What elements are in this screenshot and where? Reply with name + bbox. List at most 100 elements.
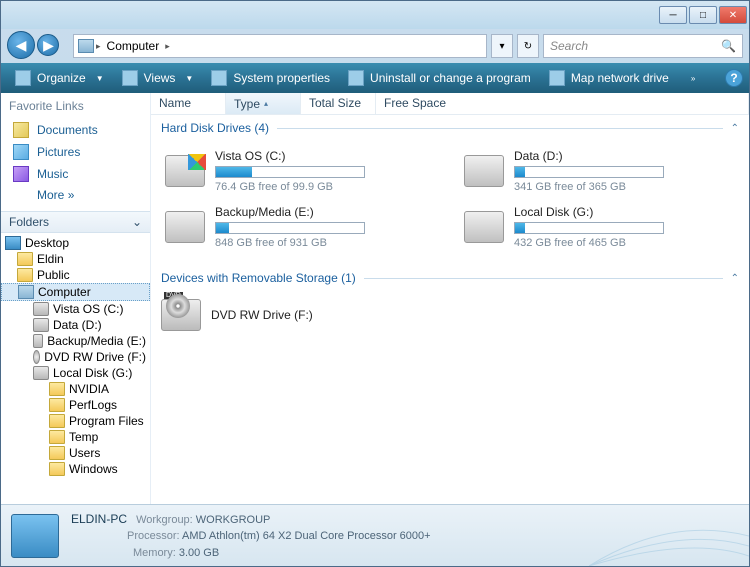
group-removable-title: Devices with Removable Storage (1)	[161, 271, 356, 285]
refresh-button[interactable]: ↻	[517, 34, 539, 58]
column-type[interactable]: Type ▴	[226, 93, 301, 114]
tree-item-program-files[interactable]: Program Files	[1, 413, 150, 429]
system-properties-icon	[211, 70, 227, 86]
group-removable-storage[interactable]: Devices with Removable Storage (1) ⌃	[151, 265, 749, 291]
chevron-right-icon: »	[68, 188, 75, 202]
chevron-right-icon: ▸	[96, 41, 101, 52]
drive-tile[interactable]: Vista OS (C:) 76.4 GB free of 99.9 GB	[161, 145, 440, 197]
details-memory-label: Memory:	[133, 547, 176, 559]
tree-item-data-d-[interactable]: Data (D:)	[1, 317, 150, 333]
tree-item-windows[interactable]: Windows	[1, 461, 150, 477]
drive-icon	[464, 211, 504, 243]
folder-icon	[17, 268, 33, 282]
tree-item-eldin[interactable]: Eldin	[1, 251, 150, 267]
toolbar-overflow-button[interactable]: »	[679, 70, 703, 87]
drive-icon	[165, 155, 205, 187]
search-input[interactable]: Search 🔍	[543, 34, 743, 58]
uninstall-button[interactable]: Uninstall or change a program	[340, 66, 539, 90]
drive-icon	[33, 334, 43, 348]
tree-item-computer[interactable]: Computer	[1, 283, 150, 301]
system-properties-button[interactable]: System properties	[203, 66, 338, 90]
forward-button[interactable]: ▶	[37, 34, 59, 56]
fav-music-icon	[13, 166, 29, 182]
desktop-icon	[5, 236, 21, 250]
navigation-pane: Favorite Links Documents Pictures Music …	[1, 93, 151, 504]
drive-name: Backup/Media (E:)	[215, 205, 436, 219]
chevron-right-icon: ▸	[165, 41, 170, 52]
folder-tree[interactable]: Desktop Eldin Public Computer Vista OS (…	[1, 233, 150, 504]
favorite-link-documents[interactable]: Documents	[9, 119, 142, 141]
fav-pics-icon	[13, 144, 29, 160]
tree-item-backup-media-e-[interactable]: Backup/Media (E:)	[1, 333, 150, 349]
tree-item-label: Data (D:)	[53, 318, 102, 332]
details-workgroup-label: Workgroup:	[136, 514, 193, 526]
favorites-more-button[interactable]: More »	[9, 185, 142, 205]
views-icon	[122, 70, 138, 86]
nav-row: ◀ ▶ ▸ Computer ▸ ▾ ↻ Search 🔍	[1, 29, 749, 63]
folder-icon	[49, 462, 65, 476]
tree-item-perflogs[interactable]: PerfLogs	[1, 397, 150, 413]
collapse-icon[interactable]: ⌃	[731, 123, 739, 134]
search-icon: 🔍	[721, 39, 736, 53]
computer-large-icon	[11, 514, 59, 558]
tree-item-label: NVIDIA	[69, 382, 109, 396]
removable-list: DVD DVD RW Drive (F:)	[151, 291, 749, 339]
maximize-button[interactable]: □	[689, 6, 717, 24]
folders-header[interactable]: Folders ⌄	[1, 211, 150, 233]
organize-button[interactable]: Organize ▼	[7, 66, 112, 90]
nav-arrows: ◀ ▶	[7, 31, 69, 61]
help-button[interactable]: ?	[725, 69, 743, 87]
column-free-space[interactable]: Free Space	[376, 93, 749, 114]
tree-item-label: Program Files	[69, 414, 144, 428]
details-processor-label: Processor:	[127, 530, 180, 542]
drive-free-text: 76.4 GB free of 99.9 GB	[215, 181, 436, 193]
removable-name: DVD RW Drive (F:)	[211, 308, 313, 322]
views-button[interactable]: Views ▼	[114, 66, 202, 90]
drive-icon	[464, 155, 504, 187]
back-button[interactable]: ◀	[7, 31, 35, 59]
dvd-drive-icon: DVD	[161, 299, 201, 331]
tree-item-public[interactable]: Public	[1, 267, 150, 283]
drive-free-text: 432 GB free of 465 GB	[514, 237, 735, 249]
group-hard-disk-drives[interactable]: Hard Disk Drives (4) ⌃	[151, 115, 749, 141]
decorative-swoosh	[589, 506, 749, 566]
tree-item-desktop[interactable]: Desktop	[1, 235, 150, 251]
drive-icon	[33, 302, 49, 316]
drive-name: Local Disk (G:)	[514, 205, 735, 219]
tree-item-label: Windows	[69, 462, 118, 476]
map-drive-button[interactable]: Map network drive	[541, 66, 677, 90]
address-dropdown-button[interactable]: ▾	[491, 34, 513, 58]
crumb-computer[interactable]: Computer	[103, 37, 164, 55]
tree-item-users[interactable]: Users	[1, 445, 150, 461]
column-name[interactable]: Name	[151, 93, 226, 114]
sort-asc-icon: ▴	[264, 99, 268, 108]
minimize-button[interactable]: ─	[659, 6, 687, 24]
tree-item-label: PerfLogs	[69, 398, 117, 412]
details-processor: AMD Athlon(tm) 64 X2 Dual Core Processor…	[182, 530, 431, 542]
drive-free-text: 848 GB free of 931 GB	[215, 237, 436, 249]
favorite-links-title: Favorite Links	[9, 99, 142, 113]
drive-tile[interactable]: Local Disk (G:) 432 GB free of 465 GB	[460, 201, 739, 253]
drive-tile[interactable]: Backup/Media (E:) 848 GB free of 931 GB	[161, 201, 440, 253]
tree-item-vista-os-c-[interactable]: Vista OS (C:)	[1, 301, 150, 317]
tree-item-label: Vista OS (C:)	[53, 302, 123, 316]
drive-tile[interactable]: Data (D:) 341 GB free of 365 GB	[460, 145, 739, 197]
favorite-link-pictures[interactable]: Pictures	[9, 141, 142, 163]
tree-item-temp[interactable]: Temp	[1, 429, 150, 445]
details-workgroup: WORKGROUP	[196, 514, 271, 526]
favorite-link-music[interactable]: Music	[9, 163, 142, 185]
column-total-size[interactable]: Total Size	[301, 93, 376, 114]
chevron-right-icon: »	[691, 74, 695, 83]
details-text: ELDIN-PC Workgroup: WORKGROUP Processor:…	[71, 510, 431, 562]
drives-grid: Vista OS (C:) 76.4 GB free of 99.9 GB Da…	[151, 141, 749, 265]
tree-item-dvd-rw-drive-f-[interactable]: DVD RW Drive (F:)	[1, 349, 150, 365]
tree-item-nvidia[interactable]: NVIDIA	[1, 381, 150, 397]
map-drive-icon	[549, 70, 565, 86]
computer-icon	[78, 39, 94, 53]
breadcrumb[interactable]: ▸ Computer ▸	[73, 34, 487, 58]
collapse-icon[interactable]: ⌃	[731, 273, 739, 284]
details-memory: 3.00 GB	[179, 547, 219, 559]
tree-item-local-disk-g-[interactable]: Local Disk (G:)	[1, 365, 150, 381]
removable-item[interactable]: DVD DVD RW Drive (F:)	[151, 291, 749, 339]
close-button[interactable]: ✕	[719, 6, 747, 24]
